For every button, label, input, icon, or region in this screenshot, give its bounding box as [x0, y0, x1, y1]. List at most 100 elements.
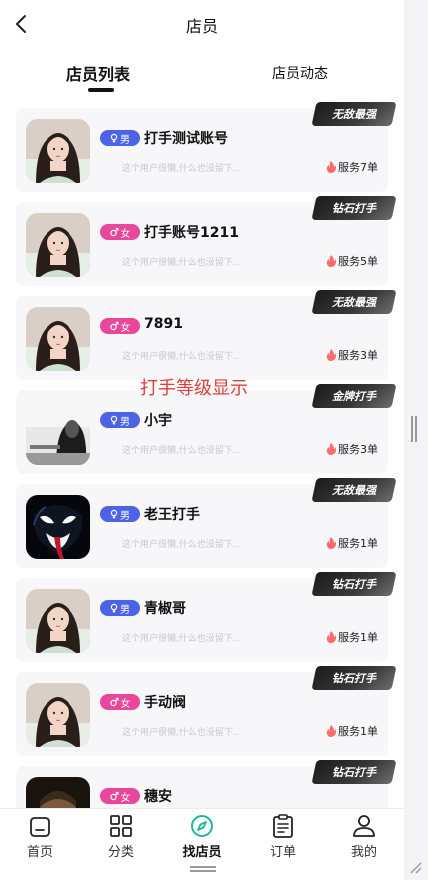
rank-label: 钻石打手 [332, 672, 376, 685]
rank-badge: 无敌最强 [311, 290, 397, 314]
gender-label: 男 [120, 416, 130, 428]
rank-badge: 金牌打手 [311, 384, 397, 408]
clipboard-icon [273, 814, 293, 838]
served-label: 服务1单 [338, 537, 378, 550]
gender-label: 男 [120, 604, 130, 616]
fire-icon [326, 443, 336, 455]
scrollbar-handle[interactable] [411, 416, 417, 442]
fire-icon [326, 631, 336, 643]
avatar[interactable] [26, 307, 90, 371]
tabbar-item-orders[interactable]: 订单 [253, 813, 313, 860]
rank-badge: 钻石打手 [311, 666, 397, 690]
bottom-tabbar: 首页 分类 找店员 订单 我的 [0, 808, 404, 860]
rank-label: 无敌最强 [332, 296, 376, 309]
rank-label: 钻石打手 [332, 202, 376, 215]
avatar-image [26, 683, 90, 747]
home-icon [30, 817, 50, 837]
fire-icon [326, 161, 336, 173]
tab-bar: 店员列表 店员动态 [0, 56, 404, 96]
staff-card[interactable]: 女 打手账号1211 这个用户很懒,什么也没留下... 服务5单 钻石打手 [16, 196, 397, 286]
page-title: 店员 [185, 17, 218, 36]
served-label: 服务1单 [338, 725, 378, 738]
male-icon [110, 603, 118, 613]
grid-icon [110, 815, 132, 837]
tabbar-label: 订单 [269, 845, 296, 860]
gender-badge: 女 [100, 318, 140, 334]
served-label: 服务7单 [338, 161, 378, 174]
gender-badge: 男 [100, 600, 140, 616]
tab-staff-list[interactable]: 店员列表 [66, 61, 130, 85]
served-count: 服务1单 [326, 535, 378, 551]
served-count: 服务1单 [326, 723, 378, 739]
user-icon [353, 815, 375, 837]
rank-badge: 钻石打手 [311, 572, 397, 596]
avatar[interactable] [26, 119, 90, 183]
gender-label: 女 [120, 322, 131, 334]
tabbar-item-mine[interactable]: 我的 [334, 813, 394, 860]
avatar[interactable] [26, 213, 90, 277]
rank-label: 无敌最强 [332, 108, 376, 121]
rank-badge: 无敌最强 [311, 478, 397, 502]
staff-bio: 这个用户很懒,什么也没留下... [122, 352, 242, 362]
staff-card[interactable]: 女 手动阀 这个用户很懒,什么也没留下... 服务1单 钻石打手 [16, 666, 397, 756]
gender-label: 男 [120, 510, 130, 522]
gender-badge: 男 [100, 506, 140, 522]
fire-icon [326, 349, 336, 361]
staff-card[interactable]: 男 老王打手 这个用户很懒,什么也没留下... 服务1单 无敌最强 [16, 478, 397, 568]
gender-label: 女 [120, 698, 131, 710]
staff-bio: 这个用户很懒,什么也没留下... [122, 258, 242, 268]
gender-badge: 女 [100, 224, 140, 240]
annotation-text: 打手等级显示 [140, 378, 248, 399]
served-label: 服务1单 [338, 631, 378, 644]
staff-name: 手动阀 [144, 695, 186, 711]
tabbar-item-home[interactable]: 首页 [10, 813, 70, 860]
tabbar-label: 找店员 [182, 845, 222, 860]
avatar[interactable] [26, 401, 90, 465]
avatar[interactable] [26, 683, 90, 747]
tab-active-indicator [88, 88, 114, 92]
tabbar-label: 我的 [350, 845, 377, 860]
female-icon [109, 321, 119, 331]
gender-badge: 女 [100, 694, 140, 710]
staff-name: 青椒哥 [144, 601, 186, 617]
avatar-image [26, 307, 90, 371]
served-count: 服务1单 [326, 629, 378, 645]
gender-label: 女 [120, 228, 131, 240]
staff-bio: 这个用户很懒,什么也没留下... [122, 634, 242, 644]
rank-badge: 钻石打手 [311, 196, 397, 220]
fire-icon [326, 537, 336, 549]
gender-label: 男 [120, 134, 130, 146]
male-icon [110, 509, 118, 519]
staff-name: 穗安 [144, 789, 172, 805]
gender-badge: 男 [100, 130, 140, 146]
gender-badge: 男 [100, 412, 140, 428]
rank-label: 无敌最强 [332, 484, 376, 497]
rank-label: 金牌打手 [332, 390, 376, 403]
tabbar-item-find-staff[interactable]: 找店员 [172, 813, 232, 860]
gender-badge: 女 [100, 788, 140, 804]
staff-card[interactable]: 男 小宇 这个用户很懒,什么也没留下... 服务3单 金牌打手 [16, 384, 397, 474]
served-label: 服务3单 [338, 443, 378, 456]
tab-staff-activity[interactable]: 店员动态 [272, 63, 328, 83]
staff-card[interactable]: 女 7891 这个用户很懒,什么也没留下... 服务3单 无敌最强 [16, 290, 397, 380]
staff-name: 小宇 [144, 413, 172, 429]
avatar-image [26, 119, 90, 183]
avatar-image [26, 401, 90, 465]
staff-name: 7891 [144, 316, 183, 332]
served-count: 服务3单 [326, 347, 378, 363]
female-icon [109, 791, 119, 801]
staff-card[interactable]: 男 打手测试账号 这个用户很懒,什么也没留下... 服务7单 无敌最强 [16, 102, 397, 192]
fire-icon [326, 255, 336, 267]
compass-icon [191, 815, 213, 837]
staff-card[interactable]: 男 青椒哥这个用户很懒,什么也没留下... 服务1单 钻石打手 [16, 572, 397, 662]
served-count: 服务3单 [326, 441, 378, 457]
served-count: 服务5单 [326, 253, 378, 269]
tabbar-item-category[interactable]: 分类 [91, 813, 151, 860]
avatar[interactable] [26, 495, 90, 559]
resize-grip-icon[interactable] [408, 860, 422, 874]
header: 店员 [0, 0, 404, 48]
staff-bio: 这个用户很懒,什么也没留下... [122, 164, 242, 174]
staff-page: 店员 店员列表 店员动态 男 打手测试账号 这个用户很懒,什么也没留下... 服务7单… [0, 0, 404, 880]
avatar[interactable] [26, 589, 90, 653]
staff-name: 老王打手 [144, 507, 200, 523]
